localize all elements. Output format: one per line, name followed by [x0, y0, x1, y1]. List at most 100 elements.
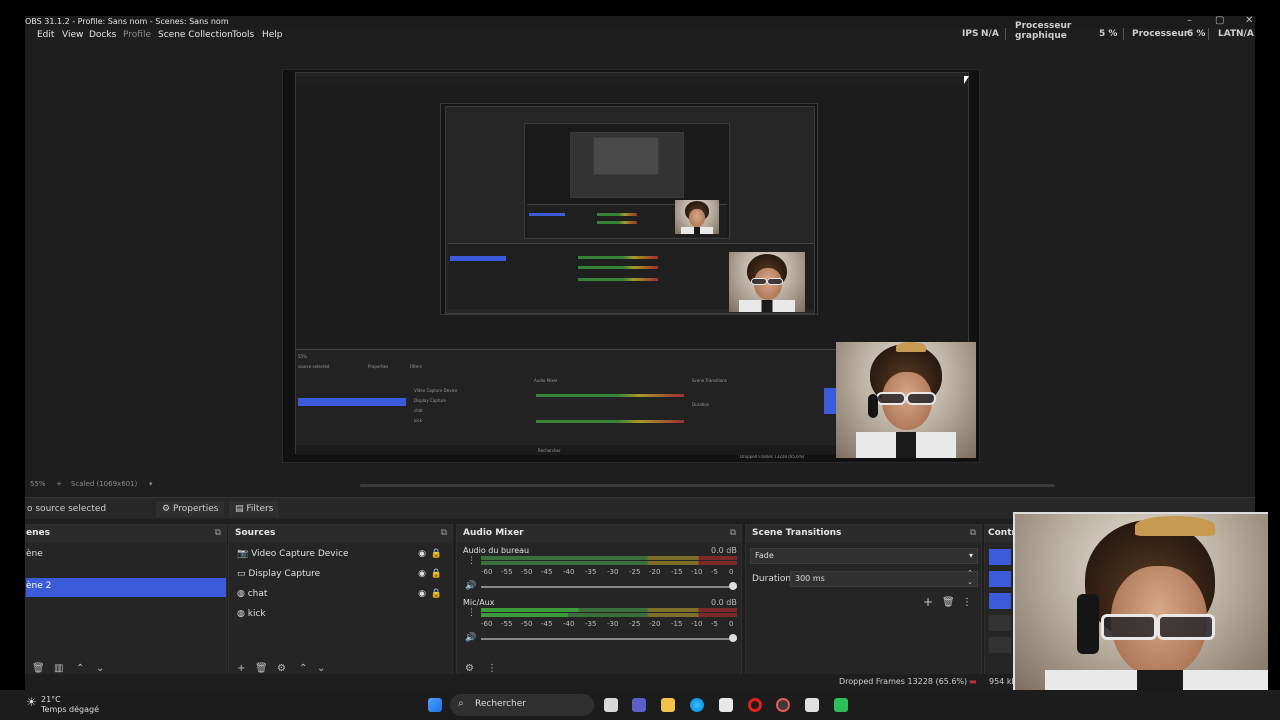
preview-webcam-nested [729, 252, 805, 312]
kebab-menu-icon[interactable]: ⋮ [962, 597, 972, 608]
preview-canvas[interactable]: 55% source selected Properties Filters V… [282, 69, 980, 463]
filter-icon[interactable]: ▥ [54, 663, 63, 674]
eye-icon[interactable]: ◉ [418, 549, 426, 559]
duration-spinbox[interactable]: 300 ms ⌃ ⌄ [790, 569, 978, 587]
scene-item-selected[interactable]: ène 2 [26, 578, 226, 597]
maximize-icon[interactable]: ▢ [1215, 16, 1224, 26]
windows-start-icon[interactable] [428, 698, 442, 712]
settings-button[interactable] [989, 637, 1011, 653]
properties-button[interactable]: ⚙ Properties [156, 501, 225, 517]
search-icon: ⌕ [458, 698, 464, 709]
kebab-menu-icon[interactable]: ⋮ [467, 608, 476, 618]
trash-icon[interactable]: 🗑 [32, 663, 45, 674]
sources-header: Sources ⧉ [229, 525, 452, 543]
minimize-icon[interactable]: – [1187, 16, 1192, 26]
captured-meter [597, 213, 637, 216]
captured-scene-selection [529, 213, 565, 216]
menu-docks[interactable]: Docks [89, 30, 116, 40]
speaker-icon[interactable]: 🔊 [465, 581, 476, 591]
arrow-down-icon[interactable]: ⌄ [317, 663, 325, 674]
volume-slider-knob[interactable] [729, 634, 737, 642]
tick-label: -55 [501, 568, 513, 576]
start-recording-button[interactable] [989, 571, 1011, 587]
tick-label: -25 [629, 568, 641, 576]
captured-properties: Properties [368, 364, 389, 369]
add-icon[interactable]: + [237, 663, 245, 674]
tick-label: -5 [711, 568, 718, 576]
source-item[interactable]: ◍ kick [229, 605, 452, 625]
scene-transitions-title: Scene Transitions [752, 528, 842, 538]
source-item[interactable]: 📷 Video Capture Device ◉ 🔒 [229, 545, 452, 565]
kebab-menu-icon[interactable]: ⋮ [487, 663, 497, 674]
menu-view[interactable]: View [62, 30, 83, 40]
weather-text[interactable]: Temps dégagé [41, 705, 99, 714]
gear-icon[interactable]: ⚙ [465, 663, 474, 674]
captured-source: kick [414, 418, 422, 423]
weather-temp[interactable]: 21°C [41, 695, 61, 704]
dock-float-icon[interactable]: ⧉ [970, 528, 976, 538]
track-name: Audio du bureau [463, 546, 530, 555]
menu-tools[interactable]: Tools [232, 30, 254, 40]
menu-help[interactable]: Help [262, 30, 283, 40]
captured-audio-title: Audio Mixer [534, 378, 558, 383]
dock-float-icon[interactable]: ⧉ [215, 528, 221, 538]
eye-icon[interactable]: ◉ [418, 589, 426, 599]
opera-icon[interactable] [748, 698, 762, 712]
tick-label: -20 [649, 620, 661, 628]
captured-controls [824, 388, 836, 414]
dock-float-icon[interactable]: ⧉ [730, 528, 736, 538]
chevron-down-icon: ▾ [968, 551, 973, 560]
app-icon-green[interactable] [834, 698, 848, 712]
speaker-icon[interactable]: 🔊 [465, 633, 476, 643]
virtual-camera-button[interactable] [989, 593, 1011, 609]
lock-icon[interactable]: 🔒 [431, 569, 442, 579]
tick-label: 0 [729, 620, 734, 628]
arrow-down-icon[interactable]: ⌄ [96, 663, 104, 674]
zoom-level[interactable]: 55% [30, 480, 46, 488]
dock-float-icon[interactable]: ⧉ [441, 528, 447, 538]
obs-icon[interactable] [776, 698, 790, 712]
menu-edit[interactable]: Edit [37, 30, 54, 40]
add-icon[interactable]: + [923, 595, 933, 609]
tick-label: -50 [521, 568, 533, 576]
volume-slider[interactable] [481, 586, 737, 588]
transition-select[interactable]: Fade ▾ [750, 548, 978, 564]
zoom-bar: 55% + Scaled (1069x601) ▾ [25, 478, 1255, 492]
source-label: Video Capture Device [251, 549, 349, 559]
start-streaming-button[interactable] [989, 549, 1011, 565]
scenes-header: enes ⧉ [26, 525, 226, 543]
scale-dropdown-icon[interactable]: ▾ [149, 480, 153, 488]
volume-slider[interactable] [481, 638, 737, 640]
edge-icon[interactable] [690, 698, 704, 712]
volume-slider-knob[interactable] [729, 582, 737, 590]
close-icon[interactable]: ✕ [1245, 16, 1253, 26]
gear-icon[interactable]: ⚙ [277, 663, 286, 674]
filters-button[interactable]: ▤ Filters [229, 501, 280, 517]
preview-webcam [836, 342, 976, 458]
app-icon[interactable] [805, 698, 819, 712]
menu-scene-collection[interactable]: Scene Collection [158, 30, 233, 40]
preview-scrollbar[interactable] [360, 484, 1055, 487]
tick-label: -40 [563, 620, 575, 628]
arrow-up-icon[interactable]: ⌃ [299, 663, 307, 674]
scene-item[interactable]: ène [26, 545, 226, 565]
trash-icon[interactable]: 🗑 [255, 663, 268, 674]
task-view-icon[interactable] [604, 698, 618, 712]
zoom-plus-icon[interactable]: + [56, 480, 62, 488]
arrow-up-icon[interactable]: ⌃ [76, 663, 84, 674]
store-icon[interactable] [719, 698, 733, 712]
lock-icon[interactable]: 🔒 [431, 549, 442, 559]
studio-mode-button[interactable] [989, 615, 1011, 631]
taskbar-search[interactable]: ⌕ Rechercher [450, 694, 594, 716]
trash-icon[interactable]: 🗑 [942, 597, 955, 608]
menu-profile[interactable]: Profile [123, 30, 151, 40]
source-item[interactable]: ▭ Display Capture ◉ 🔒 [229, 565, 452, 585]
teams-icon[interactable] [632, 698, 646, 712]
gpu-value: 5 % [1099, 29, 1118, 39]
lock-icon[interactable]: 🔒 [431, 589, 442, 599]
source-item[interactable]: ◍ chat ◉ 🔒 [229, 585, 452, 605]
kebab-menu-icon[interactable]: ⋮ [467, 556, 476, 566]
weather-sun-icon[interactable]: ☀ [26, 695, 37, 709]
file-explorer-icon[interactable] [661, 698, 675, 712]
eye-icon[interactable]: ◉ [418, 569, 426, 579]
